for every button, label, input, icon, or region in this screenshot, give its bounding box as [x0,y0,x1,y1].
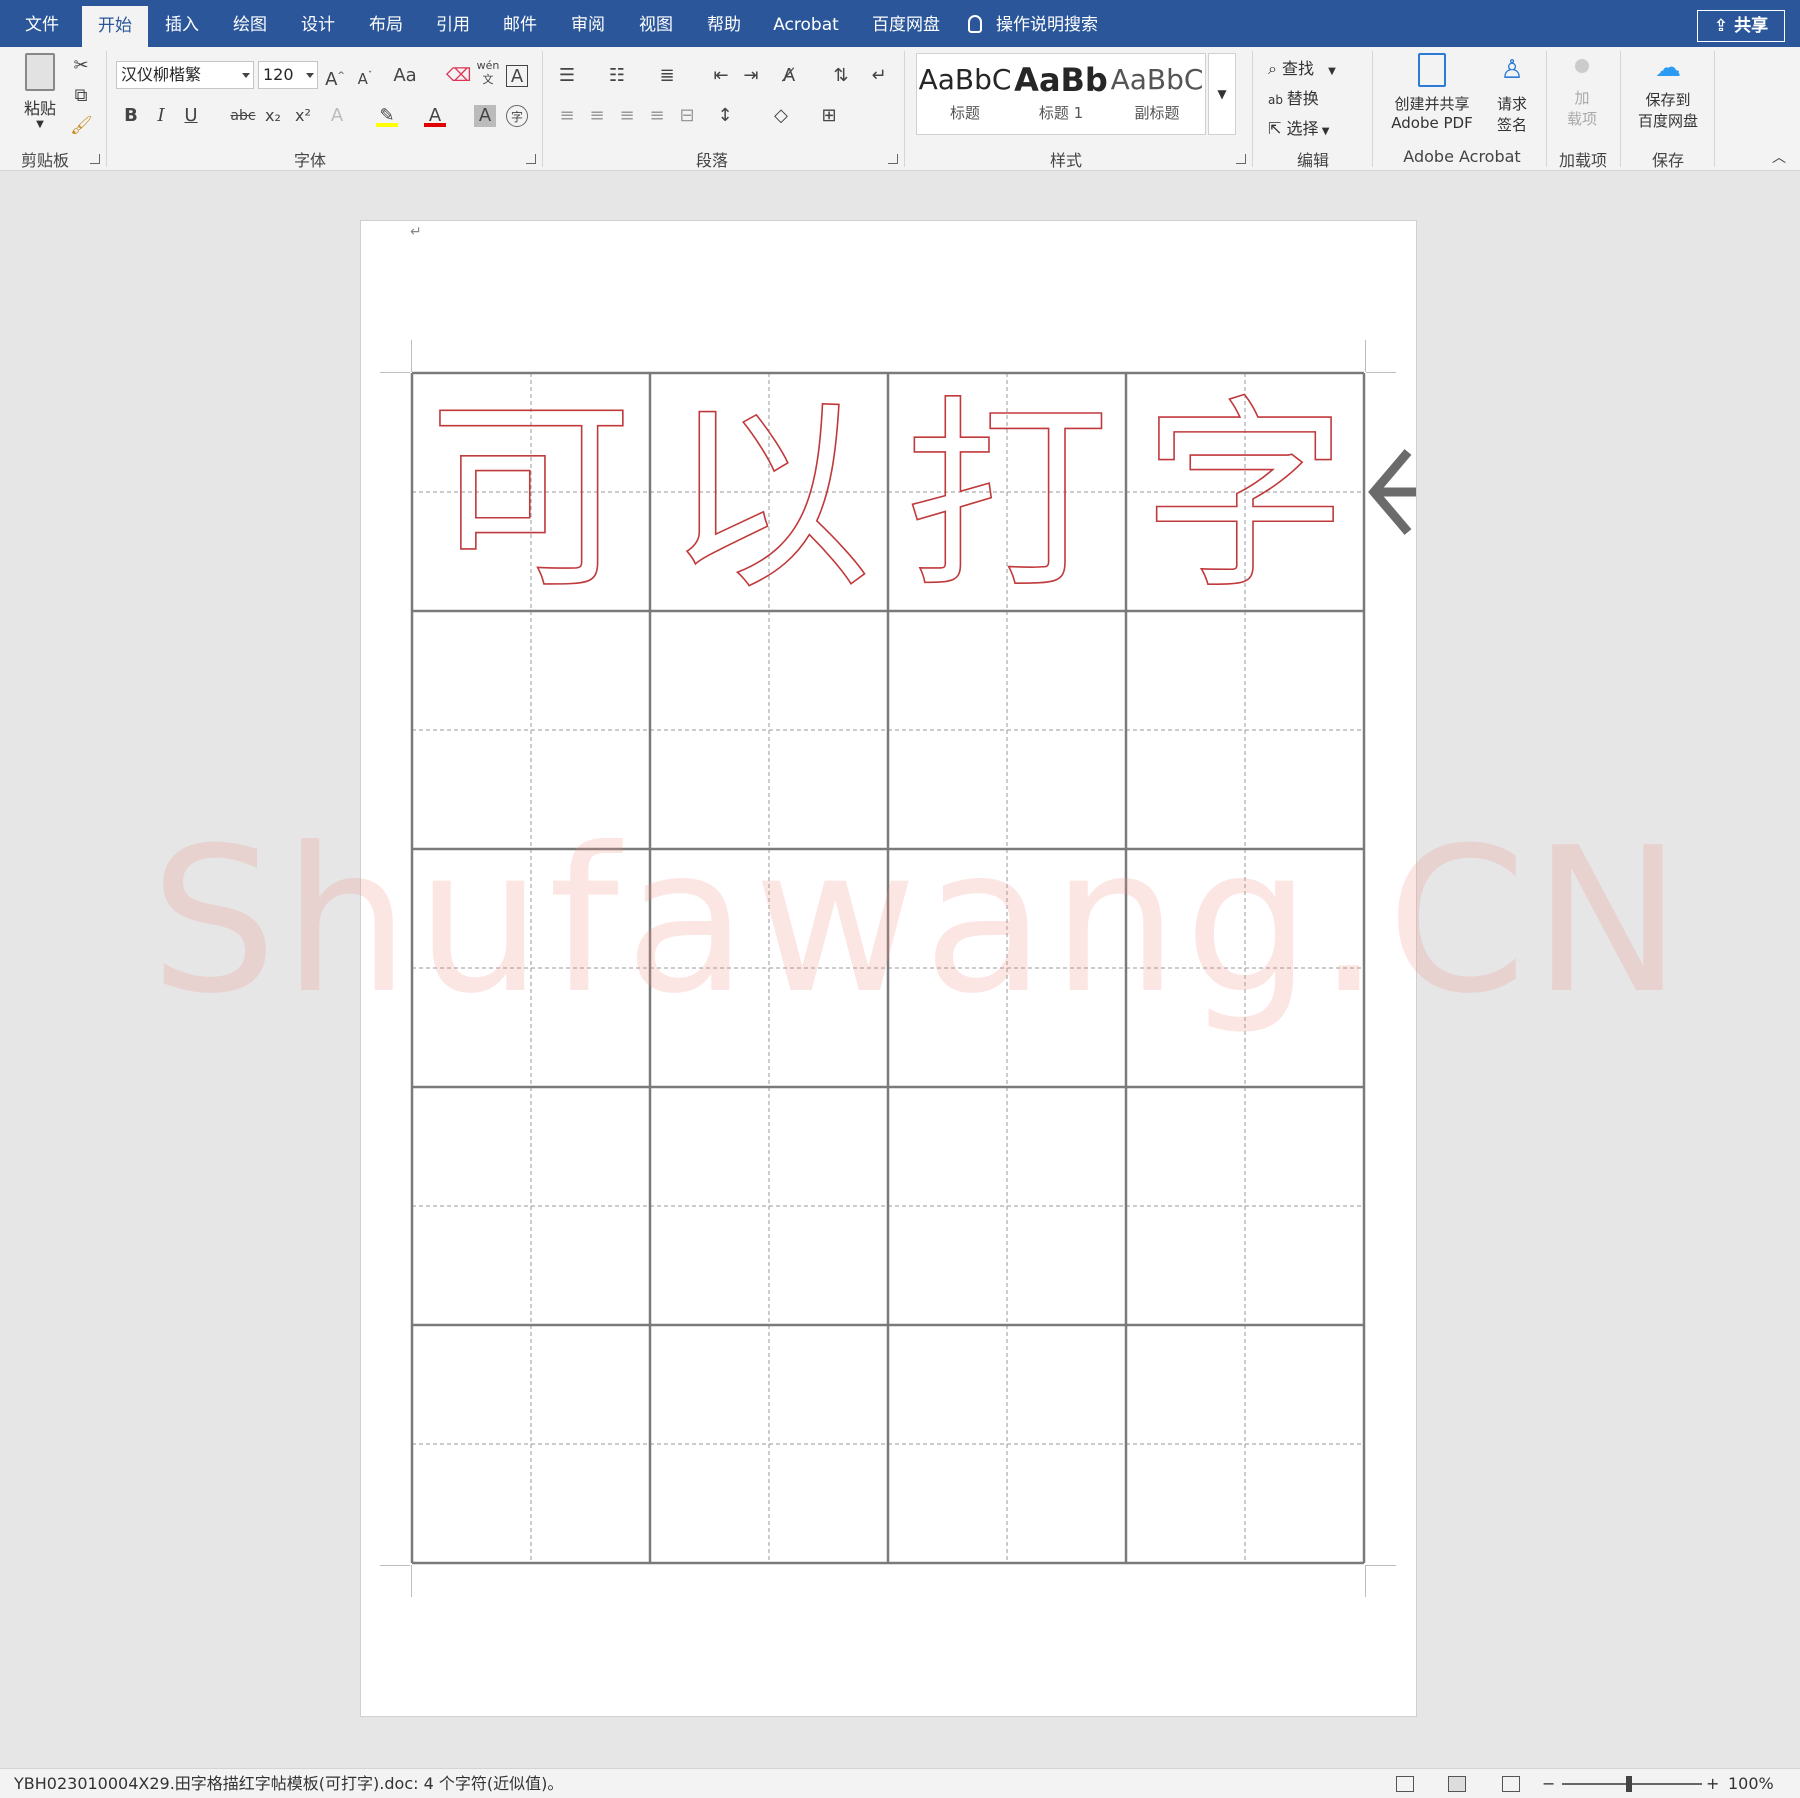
trace-character[interactable]: 可 [428,378,635,618]
status-text: YBH023010004X29.田字格描红字帖模板(可打字).doc: 4 个字… [14,1774,564,1793]
status-bar: YBH023010004X29.田字格描红字帖模板(可打字).doc: 4 个字… [0,1768,1800,1798]
zoom-slider-thumb[interactable] [1626,1776,1632,1792]
print-layout-icon[interactable] [1448,1776,1466,1792]
trace-character[interactable]: 以 [666,378,873,618]
chevron-left-icon[interactable] [1364,446,1416,538]
tianzige-grid: 可以打字 [410,371,1366,1565]
zoom-out-button[interactable]: − [1542,1769,1555,1798]
trace-character[interactable]: 打 [904,378,1111,618]
web-layout-icon[interactable] [1502,1776,1520,1792]
zoom-slider[interactable] [1562,1776,1702,1792]
trace-character[interactable]: 字 [1142,378,1349,618]
read-mode-icon[interactable] [1396,1776,1414,1792]
zoom-in-button[interactable]: + [1706,1769,1719,1798]
zoom-level[interactable]: 100% [1728,1769,1774,1798]
